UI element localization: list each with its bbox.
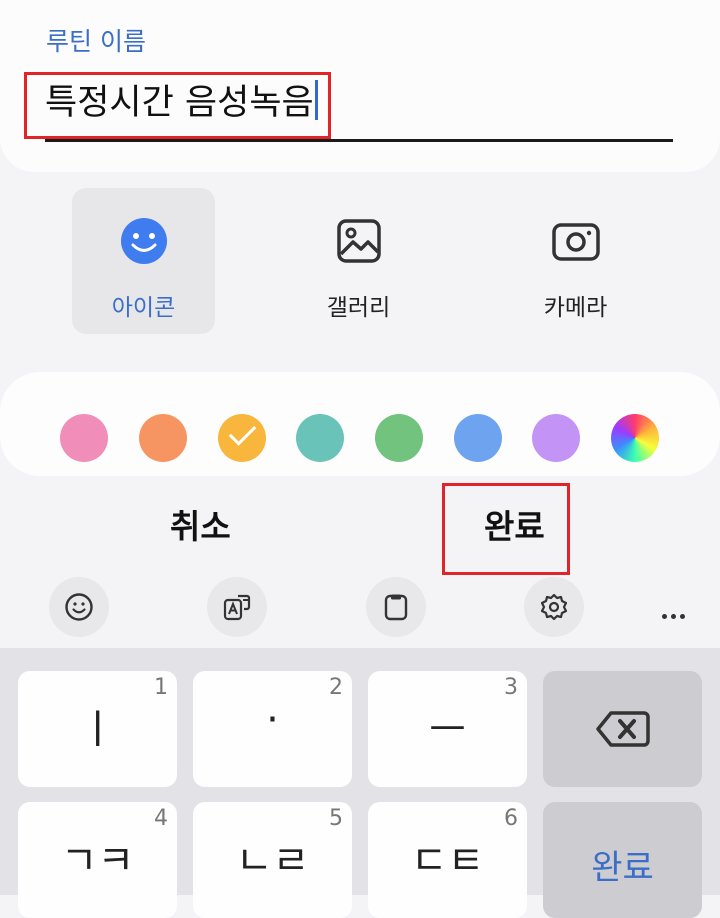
backspace-icon <box>596 711 650 747</box>
smiley-icon <box>120 218 167 264</box>
color-swatch-blue[interactable] <box>454 414 502 462</box>
option-gallery-label: 갤러리 <box>326 295 391 321</box>
option-gallery[interactable]: 갤러리 <box>287 188 430 334</box>
key-char: ㅡ <box>429 707 466 753</box>
cancel-button[interactable]: 취소 <box>170 500 231 548</box>
clipboard-button[interactable] <box>366 577 426 637</box>
camera-icon <box>551 223 600 261</box>
keyboard-done-label: 완료 <box>591 848 654 888</box>
color-swatch-yellow[interactable] <box>218 414 266 462</box>
emoji-icon <box>65 593 93 621</box>
translate-icon <box>223 594 251 621</box>
color-swatch-custom[interactable] <box>611 414 659 462</box>
emoji-button[interactable] <box>49 577 109 637</box>
option-icon-label: 아이콘 <box>111 295 176 321</box>
key-dot[interactable]: 2 · <box>193 671 352 787</box>
gallery-icon <box>336 219 381 263</box>
key-char: ㄱㅋ <box>60 838 135 884</box>
translate-button[interactable] <box>207 577 267 637</box>
key-char: · <box>266 697 279 743</box>
key-eu[interactable]: 3 ㅡ <box>368 671 527 787</box>
color-swatch-green[interactable] <box>375 414 423 462</box>
keyboard: 1 ㅣ 2 · 3 ㅡ 4 ㄱㅋ 5 ㄴㄹ 6 ㄷㅌ 완료 <box>0 648 720 918</box>
key-giyeok[interactable]: 4 ㄱㅋ <box>18 802 177 918</box>
option-camera[interactable]: 카메라 <box>504 188 647 334</box>
color-picker <box>0 372 720 476</box>
color-swatch-pink[interactable] <box>60 414 108 462</box>
settings-icon <box>540 593 568 621</box>
backspace-key[interactable] <box>543 671 702 787</box>
color-swatch-purple[interactable] <box>532 414 580 462</box>
keyboard-done-key[interactable]: 완료 <box>543 802 702 918</box>
key-char: ㅣ <box>79 707 116 753</box>
key-i[interactable]: 1 ㅣ <box>18 671 177 787</box>
clipboard-icon <box>384 594 408 621</box>
color-swatch-orange[interactable] <box>139 414 187 462</box>
option-camera-label: 카메라 <box>543 295 608 321</box>
more-icon[interactable] <box>662 604 689 623</box>
name-highlight-box <box>24 72 331 139</box>
key-char: ㄴㄹ <box>235 838 310 884</box>
routine-name-label: 루틴 이름 <box>46 27 146 56</box>
key-nieun[interactable]: 5 ㄴㄹ <box>193 802 352 918</box>
check-icon <box>228 418 257 446</box>
done-highlight-box <box>442 483 570 575</box>
key-char: ㄷㅌ <box>410 838 485 884</box>
keyboard-settings-button[interactable] <box>524 577 584 637</box>
color-swatch-teal[interactable] <box>296 414 344 462</box>
key-digeut[interactable]: 6 ㄷㅌ <box>368 802 527 918</box>
option-icon[interactable]: 아이콘 <box>72 188 215 334</box>
